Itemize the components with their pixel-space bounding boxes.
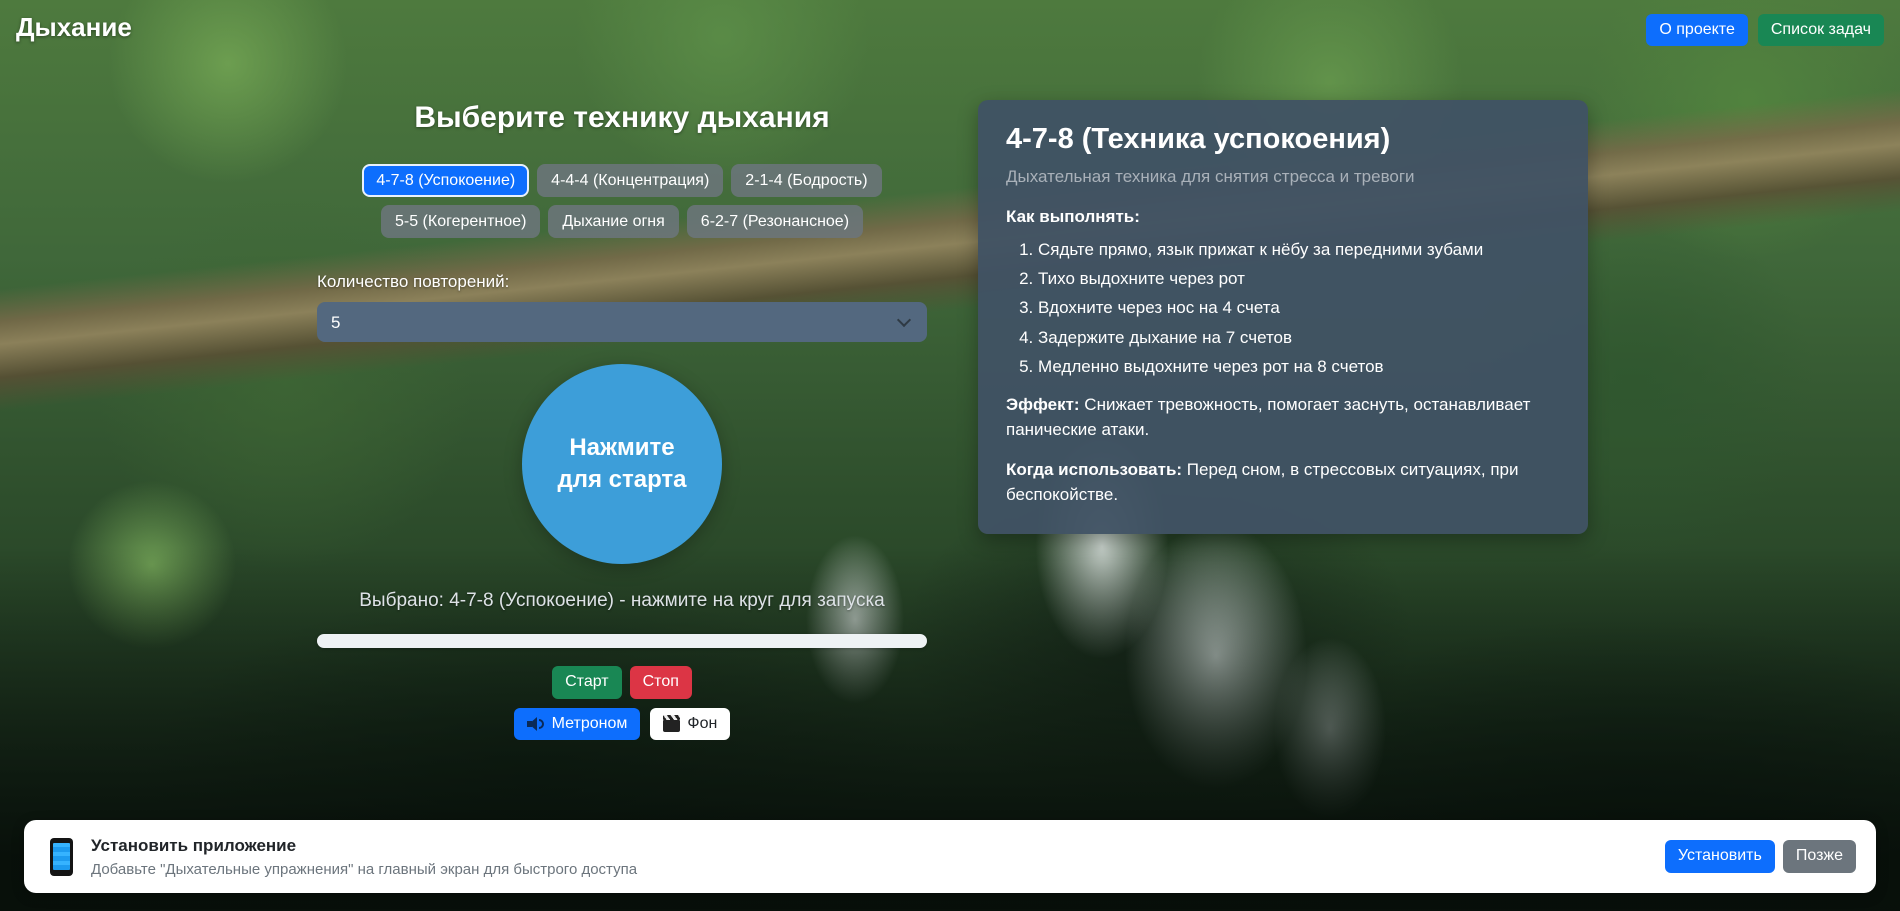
- technique-button-fire[interactable]: Дыхание огня: [548, 205, 679, 239]
- technique-button-478[interactable]: 4-7-8 (Успокоение): [362, 164, 530, 198]
- step-item: Медленно выдохните через рот на 8 счетов: [1038, 356, 1560, 377]
- effect-paragraph: Эффект: Снижает тревожность, помогает за…: [1006, 393, 1560, 442]
- speaker-icon: [526, 716, 545, 731]
- technique-selector-column: Выберите технику дыхания 4-7-8 (Успокоен…: [317, 100, 927, 741]
- install-subtitle: Добавьте "Дыхательные упражнения" на гла…: [91, 860, 638, 878]
- app-title: Дыхание: [16, 12, 132, 42]
- header-buttons: О проекте Список задач: [1646, 14, 1884, 47]
- step-item: Тихо выдохните через рот: [1038, 268, 1560, 289]
- background-label: Фон: [687, 714, 718, 732]
- status-text: Выбрано: 4-7-8 (Успокоение) - нажмите на…: [359, 590, 885, 612]
- start-button[interactable]: Старт: [552, 666, 622, 699]
- background-sound-button[interactable]: Фон: [650, 707, 731, 741]
- breathing-circle-button[interactable]: Нажмите для старта: [522, 364, 722, 565]
- how-to-label: Как выполнять:: [1006, 206, 1140, 226]
- page-title: Выберите технику дыхания: [414, 101, 830, 134]
- step-item: Вдохните через нос на 4 счета: [1038, 297, 1560, 318]
- metronome-button[interactable]: Метроном: [513, 707, 641, 741]
- later-button[interactable]: Позже: [1782, 840, 1856, 873]
- about-button[interactable]: О проекте: [1646, 14, 1748, 47]
- clapperboard-icon: [663, 714, 681, 732]
- progress-bar: [317, 634, 927, 649]
- technique-info-panel: 4-7-8 (Техника успокоения) Дыхательная т…: [978, 100, 1588, 534]
- header: Дыхание О проекте Список задач: [0, 0, 1900, 58]
- when-label: Когда использовать:: [1006, 460, 1183, 480]
- metronome-label: Метроном: [551, 714, 628, 732]
- step-item: Задержите дыхание на 7 счетов: [1038, 327, 1560, 348]
- info-title: 4-7-8 (Техника успокоения): [1006, 123, 1391, 155]
- install-title: Установить приложение: [91, 835, 297, 855]
- install-app-banner: Установить приложение Добавьте "Дыхатель…: [24, 820, 1876, 893]
- technique-button-55[interactable]: 5-5 (Когерентное): [380, 205, 541, 239]
- technique-button-627[interactable]: 6-2-7 (Резонансное): [686, 205, 864, 239]
- technique-row-1: 4-7-8 (Успокоение) 4-4-4 (Концентрация) …: [317, 164, 927, 198]
- repetitions-select-wrap: 5: [317, 302, 927, 343]
- phone-icon: [50, 837, 73, 876]
- repetitions-label: Количество повторений:: [317, 272, 510, 292]
- task-list-button[interactable]: Список задач: [1757, 14, 1884, 47]
- technique-button-444[interactable]: 4-4-4 (Концентрация): [537, 164, 724, 198]
- technique-button-214[interactable]: 2-1-4 (Бодрость): [731, 164, 882, 198]
- circle-text-line1: Нажмите: [569, 433, 675, 461]
- repetitions-select[interactable]: 5: [317, 302, 927, 343]
- forest-stream-background: [0, 0, 1900, 911]
- install-buttons: Установить Позже: [1664, 840, 1856, 873]
- effect-text: Снижает тревожность, помогает заснуть, о…: [1006, 395, 1531, 439]
- stop-button[interactable]: Стоп: [629, 666, 692, 699]
- technique-row-2: 5-5 (Когерентное) Дыхание огня 6-2-7 (Ре…: [317, 205, 927, 239]
- step-item: Сядьте прямо, язык прижат к нёбу за пере…: [1038, 239, 1560, 260]
- when-paragraph: Когда использовать: Перед сном, в стресс…: [1006, 458, 1560, 507]
- instruction-steps: Сядьте прямо, язык прижат к нёбу за пере…: [1006, 239, 1560, 377]
- install-text-block: Установить приложение Добавьте "Дыхатель…: [91, 836, 1647, 878]
- effect-label: Эффект:: [1006, 395, 1080, 415]
- circle-text-line2: для старта: [557, 466, 687, 494]
- audio-controls-row: Метроном Фон: [317, 707, 927, 741]
- start-stop-row: Старт Стоп: [317, 666, 927, 699]
- info-subtitle: Дыхательная техника для снятия стресса и…: [1006, 166, 1415, 186]
- install-button[interactable]: Установить: [1664, 840, 1775, 873]
